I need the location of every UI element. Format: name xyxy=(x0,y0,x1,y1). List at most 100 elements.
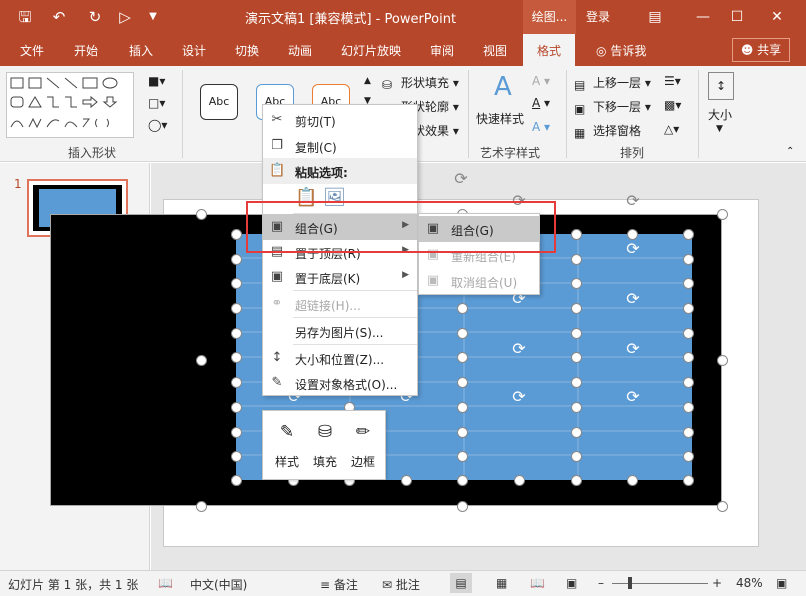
resize-handle[interactable] xyxy=(683,427,694,438)
reading-view-icon[interactable]: 📖 xyxy=(530,576,545,590)
shape-fill-button[interactable]: ⛁ 形状填充 ▾ xyxy=(382,74,459,92)
resize-handle[interactable] xyxy=(627,475,638,486)
tell-me-search[interactable]: ◎ 告诉我 xyxy=(596,42,646,59)
rotate-handle-icon[interactable]: ⟳ xyxy=(510,388,528,406)
size-icon[interactable]: ↕ xyxy=(708,72,734,100)
resize-handle[interactable] xyxy=(196,209,207,220)
notes-button[interactable]: ≡ 备注 xyxy=(320,576,358,593)
spellcheck-icon[interactable]: 📖 xyxy=(158,576,173,590)
resize-handle[interactable] xyxy=(571,328,582,339)
resize-handle[interactable] xyxy=(231,377,242,388)
resize-handle[interactable] xyxy=(571,254,582,265)
menu-item-save-as-picture[interactable]: 另存为图片(S)... xyxy=(263,318,417,344)
fit-to-window-icon[interactable]: ▣ xyxy=(776,576,787,590)
bring-forward-button[interactable]: ▤ 上移一层 ▾ xyxy=(574,74,651,92)
rotate-handle-icon[interactable]: ⟳ xyxy=(624,240,642,258)
rotate-handle-icon[interactable]: ⟳ xyxy=(624,290,642,308)
rotate-handle-icon[interactable]: ⟳ xyxy=(510,340,528,358)
context-tab-drawing[interactable]: 绘图... xyxy=(523,0,576,34)
size-button[interactable]: 大小 xyxy=(708,106,732,123)
text-fill-icon[interactable]: A ▾ xyxy=(532,74,550,88)
resize-handle[interactable] xyxy=(571,427,582,438)
resize-handle[interactable] xyxy=(571,475,582,486)
minimize-icon[interactable]: — xyxy=(690,6,716,28)
rotate-handle-icon[interactable]: ⟳ xyxy=(624,340,642,358)
rotate-handle-icon[interactable]: ⟳ xyxy=(452,170,470,188)
zoom-slider-thumb[interactable] xyxy=(628,577,632,589)
resize-handle[interactable] xyxy=(571,229,582,240)
text-outline-icon[interactable]: A ▾ xyxy=(532,96,550,110)
rotate-handle-icon[interactable]: ⟳ xyxy=(624,192,642,210)
edit-shape-icon[interactable]: ■▾ xyxy=(148,74,165,88)
zoom-slider[interactable] xyxy=(612,583,708,584)
resize-handle[interactable] xyxy=(231,303,242,314)
tab-animations[interactable]: 动画 xyxy=(288,42,312,59)
group-icon[interactable]: ▩▾ xyxy=(664,98,681,112)
send-backward-button[interactable]: ▣ 下移一层 ▾ xyxy=(574,98,651,116)
resize-handle[interactable] xyxy=(514,475,525,486)
resize-handle[interactable] xyxy=(683,229,694,240)
zoom-out-icon[interactable]: – xyxy=(598,576,604,590)
resize-handle[interactable] xyxy=(571,402,582,413)
gallery-scroll-up-icon[interactable]: ▲ xyxy=(364,76,371,86)
collapse-ribbon-icon[interactable]: ⌃ xyxy=(786,146,794,157)
resize-handle[interactable] xyxy=(231,427,242,438)
slide-sorter-icon[interactable]: ▦ xyxy=(496,576,507,590)
resize-handle[interactable] xyxy=(683,402,694,413)
tab-slideshow[interactable]: 幻灯片放映 xyxy=(341,42,401,59)
resize-handle[interactable] xyxy=(231,475,242,486)
customize-qat-icon[interactable]: ▼ xyxy=(142,6,164,28)
resize-handle[interactable] xyxy=(457,402,468,413)
rotate-handle-icon[interactable]: ⟳ xyxy=(624,388,642,406)
menu-item-size-position[interactable]: ↕ 大小和位置(Z)... xyxy=(263,345,417,371)
mini-fill-button[interactable]: ⛁ 填充 xyxy=(307,419,343,470)
resize-handle[interactable] xyxy=(717,209,728,220)
tab-insert[interactable]: 插入 xyxy=(129,42,153,59)
shapes-gallery[interactable] xyxy=(6,72,134,138)
present-icon[interactable]: ▷ xyxy=(114,6,136,28)
menu-item-send-to-back[interactable]: ▣ 置于底层(K) ▶ xyxy=(263,264,417,290)
comments-button[interactable]: ✉ 批注 xyxy=(382,576,420,593)
quick-styles-icon[interactable]: A xyxy=(494,72,512,102)
resize-handle[interactable] xyxy=(571,377,582,388)
resize-handle[interactable] xyxy=(457,475,468,486)
zoom-level[interactable]: 48% xyxy=(736,576,763,590)
menu-item-format-object[interactable]: ✎ 设置对象格式(O)... xyxy=(263,370,417,396)
menu-item-copy[interactable]: ❐ 复制(C) xyxy=(263,133,417,159)
resize-handle[interactable] xyxy=(683,377,694,388)
resize-handle[interactable] xyxy=(457,501,468,512)
resize-handle[interactable] xyxy=(717,501,728,512)
rotate-icon[interactable]: △▾ xyxy=(664,122,679,136)
resize-handle[interactable] xyxy=(457,352,468,363)
slideshow-view-icon[interactable]: ▣ xyxy=(566,576,577,590)
resize-handle[interactable] xyxy=(571,352,582,363)
resize-handle[interactable] xyxy=(457,303,468,314)
maximize-icon[interactable]: ☐ xyxy=(724,6,750,28)
resize-handle[interactable] xyxy=(683,475,694,486)
tab-view[interactable]: 视图 xyxy=(483,42,507,59)
resize-handle[interactable] xyxy=(683,254,694,265)
share-button[interactable]: ☻ 共享 xyxy=(732,38,790,62)
text-effects-icon[interactable]: A ▾ xyxy=(532,120,550,134)
tab-home[interactable]: 开始 xyxy=(74,42,98,59)
tab-review[interactable]: 审阅 xyxy=(430,42,454,59)
ribbon-display-icon[interactable]: ▤ xyxy=(642,6,668,28)
save-icon[interactable]: 🖫 xyxy=(14,6,36,28)
quick-styles-label[interactable]: 快速样式 xyxy=(476,110,524,127)
resize-handle[interactable] xyxy=(683,451,694,462)
resize-handle[interactable] xyxy=(231,278,242,289)
merge-shapes-icon[interactable]: ◯▾ xyxy=(148,118,167,132)
resize-handle[interactable] xyxy=(683,278,694,289)
tab-file[interactable]: 文件 xyxy=(20,42,44,59)
resize-handle[interactable] xyxy=(231,254,242,265)
close-icon[interactable]: ✕ xyxy=(764,6,790,28)
resize-handle[interactable] xyxy=(231,352,242,363)
language-indicator[interactable]: 中文(中国) xyxy=(190,576,247,593)
resize-handle[interactable] xyxy=(401,475,412,486)
tab-design[interactable]: 设计 xyxy=(182,42,206,59)
mini-outline-button[interactable]: ✏ 边框 xyxy=(345,419,381,470)
redo-icon[interactable]: ↻ xyxy=(84,6,106,28)
resize-handle[interactable] xyxy=(457,451,468,462)
resize-handle[interactable] xyxy=(231,402,242,413)
resize-handle[interactable] xyxy=(196,355,207,366)
